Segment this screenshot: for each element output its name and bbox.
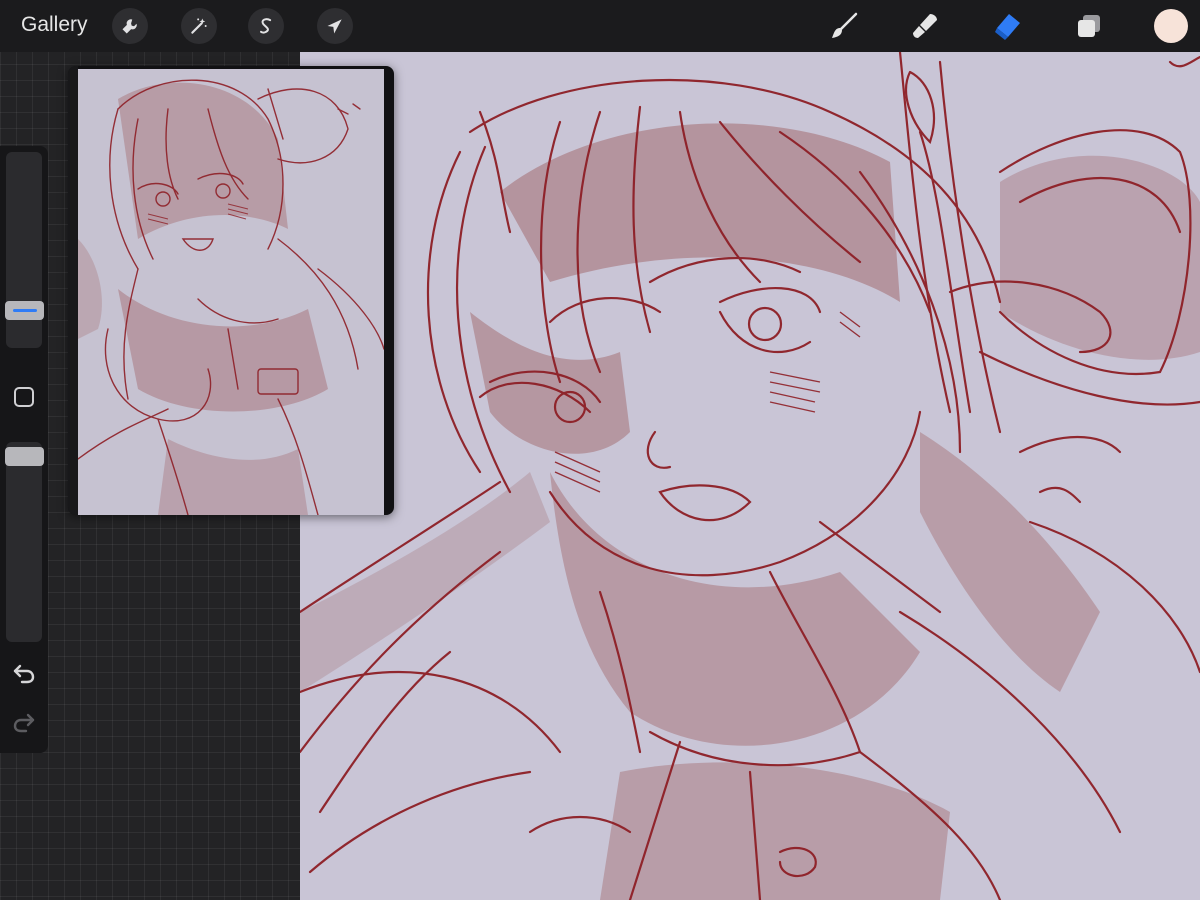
wrench-icon [122, 19, 137, 34]
sketch-canvas [300, 52, 1200, 900]
brush-opacity-handle[interactable] [5, 447, 44, 466]
undo-button[interactable] [10, 660, 38, 688]
adjustments-button[interactable] [181, 8, 217, 44]
reference-window[interactable] [68, 66, 394, 515]
top-toolbar: Gallery [0, 0, 1200, 52]
reference-image-view [78, 69, 384, 515]
slider-handle [12, 309, 37, 312]
layers-icon [1078, 15, 1100, 37]
current-color-swatch[interactable] [1154, 9, 1188, 43]
drawing-canvas[interactable] [300, 52, 1200, 900]
brush-size-handle[interactable] [5, 301, 44, 320]
magic-wand-icon [191, 18, 207, 34]
eraser-tool-button[interactable] [988, 7, 1026, 45]
smudge-tool-button[interactable] [906, 7, 944, 45]
layers-button[interactable] [1070, 7, 1108, 45]
eraser-icon [995, 14, 1020, 40]
reference-window-grip[interactable] [68, 66, 78, 515]
transform-button[interactable] [317, 8, 353, 44]
redo-button[interactable] [10, 709, 38, 737]
undo-icon [13, 664, 35, 684]
brush-opacity-slider[interactable] [6, 442, 42, 642]
smudge-icon [913, 14, 937, 38]
arrow-cursor-icon [327, 19, 342, 34]
selection-button[interactable] [248, 8, 284, 44]
selection-s-icon [260, 18, 272, 34]
actions-button[interactable] [112, 8, 148, 44]
reference-image [78, 69, 384, 515]
gallery-button[interactable]: Gallery [21, 13, 88, 37]
modify-button[interactable] [14, 387, 34, 407]
brush-tool-button[interactable] [825, 7, 863, 45]
redo-icon [13, 713, 35, 733]
left-sidebar [0, 146, 48, 753]
brush-icon [832, 12, 858, 38]
